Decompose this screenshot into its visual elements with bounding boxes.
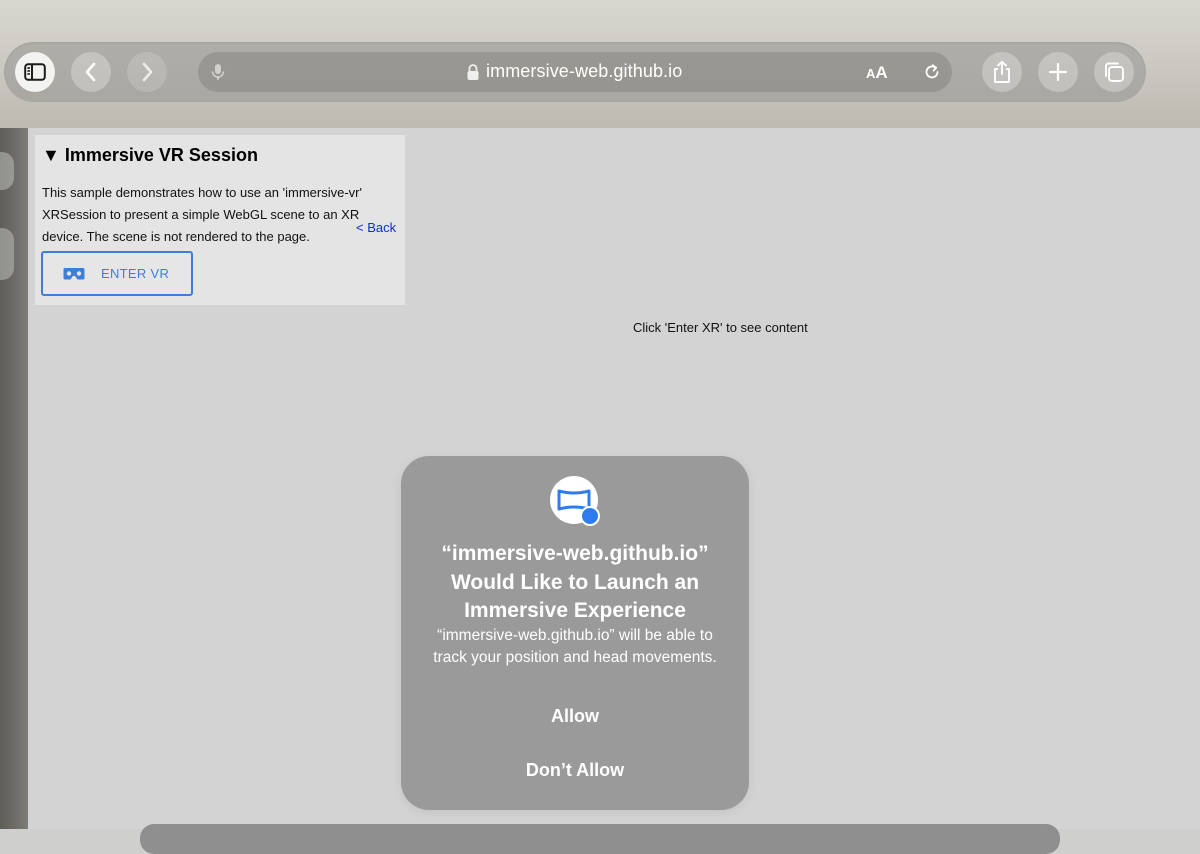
address-bar[interactable]: immersive-web.github.io AA	[198, 52, 952, 92]
back-arrow-icon	[85, 62, 96, 82]
lock-icon	[467, 63, 479, 80]
section-title-text: Immersive VR Session	[64, 145, 258, 165]
back-link[interactable]: < Back	[356, 220, 396, 235]
text-size-button[interactable]: AA	[866, 63, 888, 83]
rail-handle-top[interactable]	[0, 152, 14, 190]
enter-vr-button[interactable]: ENTER VR	[41, 251, 193, 296]
description-line: This sample demonstrates how to use an '…	[42, 185, 362, 200]
immersive-app-icon	[550, 476, 600, 526]
dialog-message-line: “immersive-web.github.io” will be able t…	[437, 627, 713, 644]
dialog-title-line: Would Like to Launch an	[450, 570, 700, 594]
description-line: device. The scene is not rendered to the…	[42, 229, 310, 244]
dialog-title-line: “immersive-web.github.io”	[441, 542, 709, 565]
compass-badge-icon	[580, 506, 600, 526]
description-line: XRSession to present a simple WebGL scen…	[42, 207, 360, 222]
share-button[interactable]	[982, 52, 1022, 92]
sidebar-button[interactable]	[15, 52, 55, 92]
canvas-hint-text: Click 'Enter XR' to see content	[633, 320, 808, 335]
dialog-message-line: track your position and head movements.	[433, 649, 717, 666]
url-display[interactable]: immersive-web.github.io	[466, 61, 682, 82]
reload-icon[interactable]	[922, 62, 942, 82]
vr-headset-icon	[63, 268, 85, 280]
forward-arrow-icon	[142, 62, 153, 82]
sample-info-panel: ▼ Immersive VR Session This sample demon…	[35, 135, 405, 305]
back-button[interactable]	[71, 52, 111, 92]
tabs-overview-button[interactable]	[1094, 52, 1134, 92]
tabs-icon	[1105, 62, 1124, 82]
rail-handle[interactable]	[0, 228, 14, 280]
section-title[interactable]: ▼ Immersive VR Session	[42, 145, 258, 166]
allow-button[interactable]: Allow	[441, 696, 709, 736]
new-tab-button[interactable]	[1038, 52, 1078, 92]
dialog-title-line: Immersive Experience	[464, 599, 686, 622]
share-icon	[994, 60, 1010, 83]
immersive-permission-dialog: “immersive-web.github.io” Would Like to …	[401, 456, 749, 810]
forward-button[interactable]	[127, 52, 167, 92]
dialog-message: “immersive-web.github.io” will be able t…	[401, 625, 749, 669]
left-rail	[0, 128, 28, 829]
sample-description: This sample demonstrates how to use an '…	[42, 182, 402, 248]
collapse-triangle-icon[interactable]: ▼	[42, 145, 60, 165]
url-text: immersive-web.github.io	[486, 61, 683, 81]
plus-icon	[1048, 62, 1068, 82]
dialog-title: “immersive-web.github.io” Would Like to …	[401, 540, 749, 626]
microphone-icon[interactable]	[208, 62, 228, 82]
dont-allow-button[interactable]: Don’t Allow	[441, 750, 709, 790]
sidebar-icon	[24, 63, 46, 81]
enter-vr-label: ENTER VR	[101, 266, 170, 281]
